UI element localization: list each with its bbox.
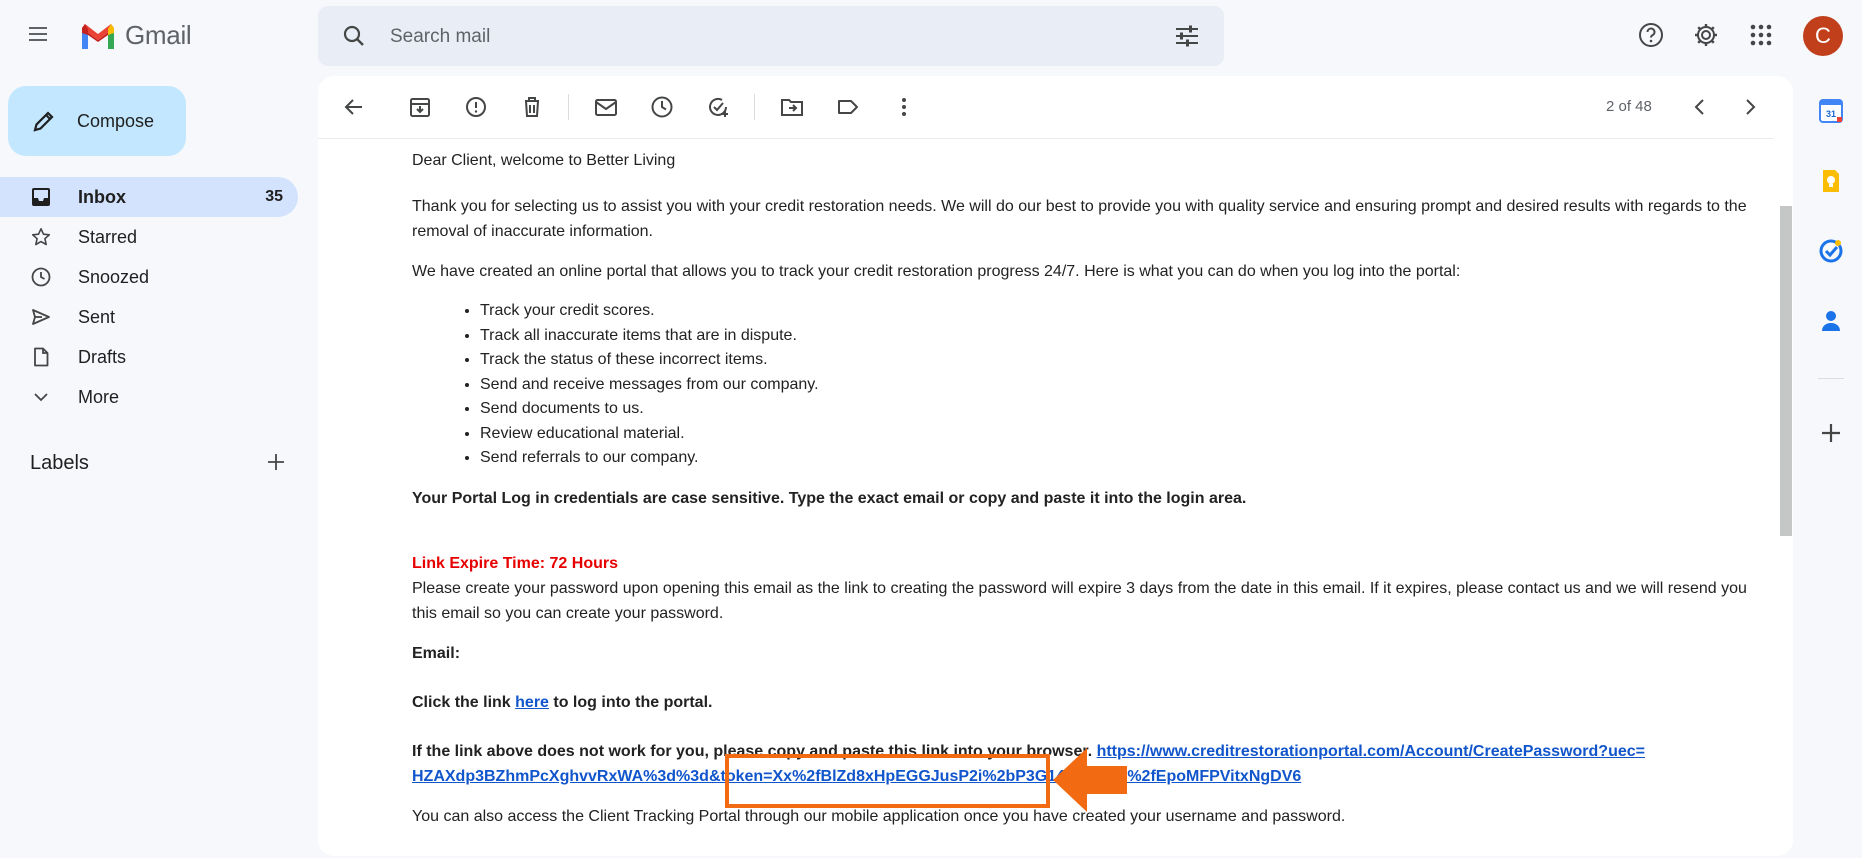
- gmail-logo-text: Gmail: [125, 20, 192, 50]
- contacts-app-icon[interactable]: [1818, 308, 1844, 334]
- sidebar-item-more[interactable]: More: [0, 377, 298, 417]
- list-item: Track your credit scores.: [480, 299, 1752, 324]
- email-body: Dear Client, welcome to Better Living Th…: [412, 148, 1752, 829]
- search-icon[interactable]: [342, 24, 366, 48]
- newer-chevron-left-icon[interactable]: [1688, 95, 1712, 119]
- send-icon: [31, 307, 51, 327]
- search-input[interactable]: [388, 18, 1152, 56]
- delete-trash-icon[interactable]: [520, 95, 544, 119]
- list-item: Track the status of these incorrect item…: [480, 348, 1752, 373]
- link-expire-title: Link Expire Time: 72 Hours: [412, 554, 618, 572]
- report-spam-icon[interactable]: [464, 95, 488, 119]
- credentials-note: Your Portal Log in credentials are case …: [412, 489, 1247, 507]
- sidebar-item-sent[interactable]: Sent: [0, 297, 298, 337]
- sidebar-item-label: Inbox: [78, 186, 126, 207]
- gmail-m-icon: [79, 21, 117, 51]
- account-avatar[interactable]: C: [1803, 16, 1843, 56]
- list-item: Send documents to us.: [480, 397, 1752, 422]
- chevron-down-icon: [31, 387, 51, 407]
- click-link-prefix: Click the link: [412, 693, 516, 711]
- url-line-1: https://www.creditrestorationportal.com/…: [1096, 742, 1645, 760]
- email-intro-paragraph: Thank you for selecting us to assist you…: [412, 198, 1747, 240]
- more-options-vertical-icon[interactable]: [892, 95, 916, 119]
- move-to-folder-icon[interactable]: [780, 95, 804, 119]
- sidebar-item-starred[interactable]: Starred: [0, 217, 298, 257]
- sidebar-item-label: Starred: [78, 226, 138, 247]
- portal-login-line: Click the link here to log into the port…: [412, 690, 1752, 715]
- sidebar-item-inbox[interactable]: Inbox 35: [0, 177, 298, 217]
- email-view: 2 of 48 Dear Client, welcome to Better L…: [318, 76, 1793, 856]
- email-pager-count: 2 of 48: [1606, 98, 1652, 115]
- scrollbar-thumb[interactable]: [1780, 206, 1792, 536]
- search-bar[interactable]: [318, 6, 1224, 66]
- add-to-tasks-icon[interactable]: [706, 95, 730, 119]
- sidebar-item-label: Sent: [78, 306, 116, 327]
- portal-intro-paragraph: We have created an online portal that al…: [412, 263, 1461, 280]
- sidebar-item-label: Drafts: [78, 346, 127, 367]
- add-label-plus-icon[interactable]: [266, 452, 286, 472]
- annotation-arrow-left-icon: [1051, 746, 1129, 814]
- mark-unread-mail-icon[interactable]: [594, 95, 618, 119]
- email-toolbar: 2 of 48: [318, 76, 1773, 139]
- link-expire-text: Please create your password upon opening…: [412, 579, 1747, 622]
- calendar-app-icon[interactable]: 31: [1818, 98, 1844, 124]
- sidebar-item-label: More: [78, 386, 120, 407]
- portal-login-link[interactable]: here: [515, 694, 549, 711]
- star-icon: [31, 227, 51, 247]
- labels-heading: Labels: [30, 452, 89, 474]
- compose-button[interactable]: Compose: [8, 86, 186, 156]
- sidebar-item-drafts[interactable]: Drafts: [0, 337, 298, 377]
- pencil-icon: [31, 108, 57, 134]
- svg-text:31: 31: [1826, 109, 1836, 119]
- snooze-clock-icon[interactable]: [650, 95, 674, 119]
- clock-icon: [31, 267, 51, 287]
- list-item: Track all inaccurate items that are in d…: [480, 324, 1752, 349]
- back-arrow-icon[interactable]: [342, 95, 366, 119]
- older-chevron-right-icon[interactable]: [1738, 95, 1762, 119]
- list-item: Review educational material.: [480, 422, 1752, 447]
- keep-notes-app-icon[interactable]: [1818, 168, 1844, 194]
- main-menu-icon[interactable]: [26, 22, 50, 46]
- portal-features-list: Track your credit scores. Track all inac…: [412, 299, 1752, 471]
- draft-icon: [31, 347, 51, 367]
- get-addons-plus-icon[interactable]: [1818, 420, 1844, 446]
- email-label: Email:: [412, 644, 461, 662]
- inbox-unread-count: 35: [265, 188, 283, 205]
- inbox-icon: [31, 187, 51, 207]
- compose-label: Compose: [77, 110, 155, 131]
- tasks-app-icon[interactable]: [1818, 238, 1844, 264]
- email-greeting: Dear Client, welcome to Better Living: [412, 152, 676, 169]
- click-link-suffix: to log into the portal.: [548, 693, 713, 711]
- help-icon[interactable]: [1638, 22, 1664, 48]
- apps-grid-icon[interactable]: [1748, 22, 1774, 48]
- archive-icon[interactable]: [408, 95, 432, 119]
- gmail-logo[interactable]: Gmail: [79, 20, 192, 51]
- sidebar-nav: Inbox 35 Starred Snoozed Sent Drafts Mor…: [0, 177, 300, 417]
- search-options-icon[interactable]: [1174, 24, 1200, 48]
- sidebar-item-label: Snoozed: [78, 266, 150, 287]
- sidebar-item-snoozed[interactable]: Snoozed: [0, 257, 298, 297]
- list-item: Send and receive messages from our compa…: [480, 373, 1752, 398]
- settings-gear-icon[interactable]: [1693, 22, 1719, 48]
- label-tag-icon[interactable]: [836, 95, 860, 119]
- list-item: Send referrals to our company.: [480, 446, 1752, 471]
- annotation-highlight-box: [725, 754, 1050, 808]
